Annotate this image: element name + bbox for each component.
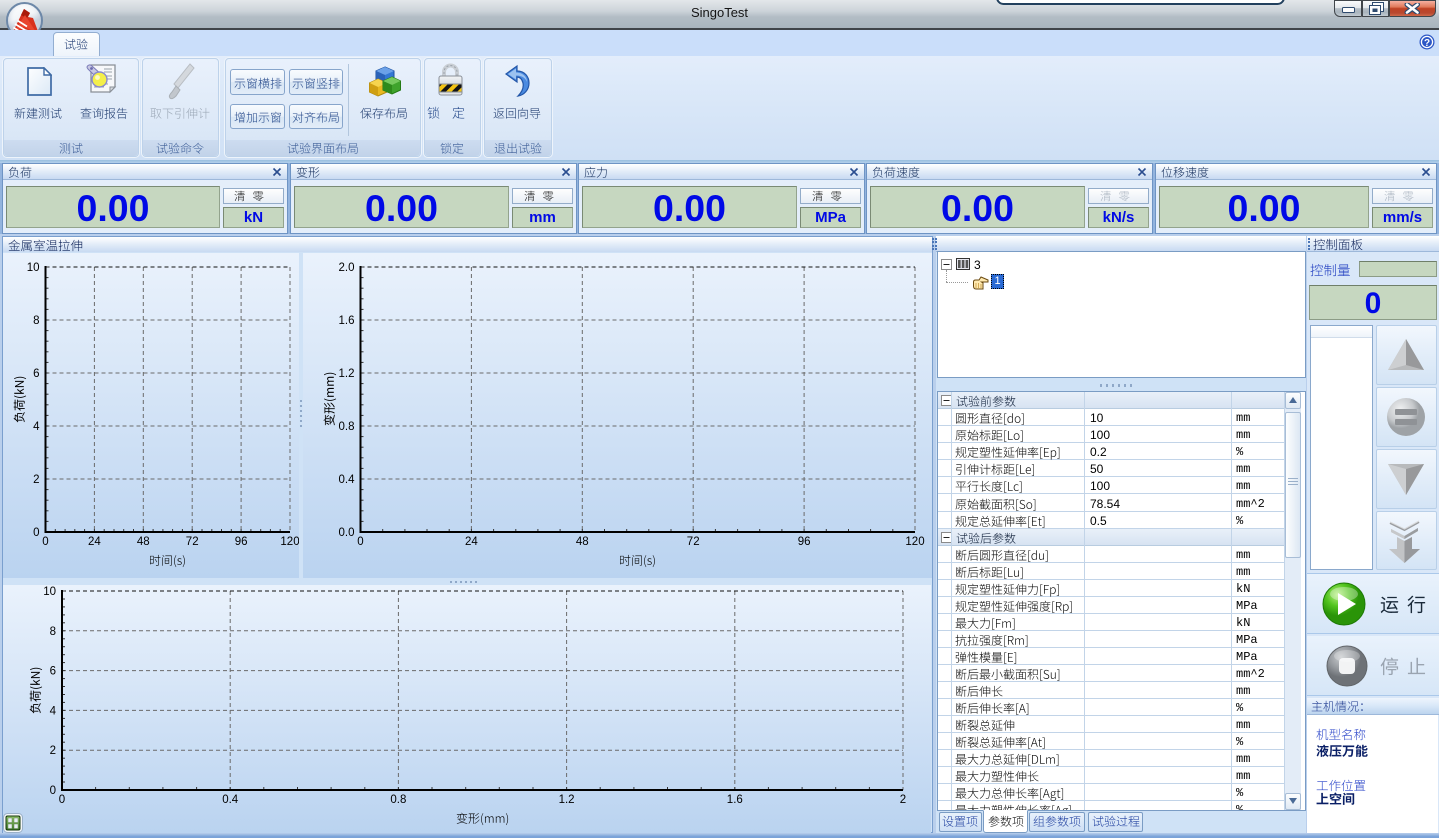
svg-text:2.0: 2.0 xyxy=(339,262,355,274)
svg-text:72: 72 xyxy=(687,536,700,548)
svg-text:2: 2 xyxy=(33,474,39,486)
svg-text:1.6: 1.6 xyxy=(727,794,743,806)
svg-text:2: 2 xyxy=(900,794,906,806)
svg-text:4: 4 xyxy=(50,705,57,717)
svg-text:1.2: 1.2 xyxy=(339,368,355,380)
svg-text:120: 120 xyxy=(280,536,299,548)
svg-text:0.4: 0.4 xyxy=(339,474,356,486)
svg-text:96: 96 xyxy=(235,536,248,548)
svg-text:0: 0 xyxy=(357,536,363,548)
svg-text:8: 8 xyxy=(33,315,39,327)
svg-text:0.8: 0.8 xyxy=(339,421,355,433)
svg-text:1.2: 1.2 xyxy=(559,794,575,806)
svg-text:6: 6 xyxy=(33,368,39,380)
svg-text:8: 8 xyxy=(50,626,56,638)
svg-text:0: 0 xyxy=(59,794,65,806)
svg-text:6: 6 xyxy=(50,666,56,678)
svg-text:0.4: 0.4 xyxy=(222,794,239,806)
svg-text:0: 0 xyxy=(42,536,48,548)
svg-text:72: 72 xyxy=(186,536,199,548)
svg-text:2: 2 xyxy=(50,745,56,757)
svg-text:1.6: 1.6 xyxy=(339,315,355,327)
svg-text:48: 48 xyxy=(576,536,589,548)
svg-text:10: 10 xyxy=(43,586,56,598)
svg-text:0.8: 0.8 xyxy=(390,794,406,806)
svg-text:4: 4 xyxy=(33,421,40,433)
svg-text:0: 0 xyxy=(33,527,39,539)
svg-text:0.0: 0.0 xyxy=(339,527,355,539)
svg-text:24: 24 xyxy=(465,536,478,548)
svg-text:10: 10 xyxy=(27,262,40,274)
svg-text:48: 48 xyxy=(137,536,150,548)
svg-text:96: 96 xyxy=(798,536,811,548)
svg-text:?: ? xyxy=(1424,38,1430,49)
svg-text:0: 0 xyxy=(50,785,56,797)
svg-text:120: 120 xyxy=(905,536,924,548)
svg-text:24: 24 xyxy=(88,536,101,548)
